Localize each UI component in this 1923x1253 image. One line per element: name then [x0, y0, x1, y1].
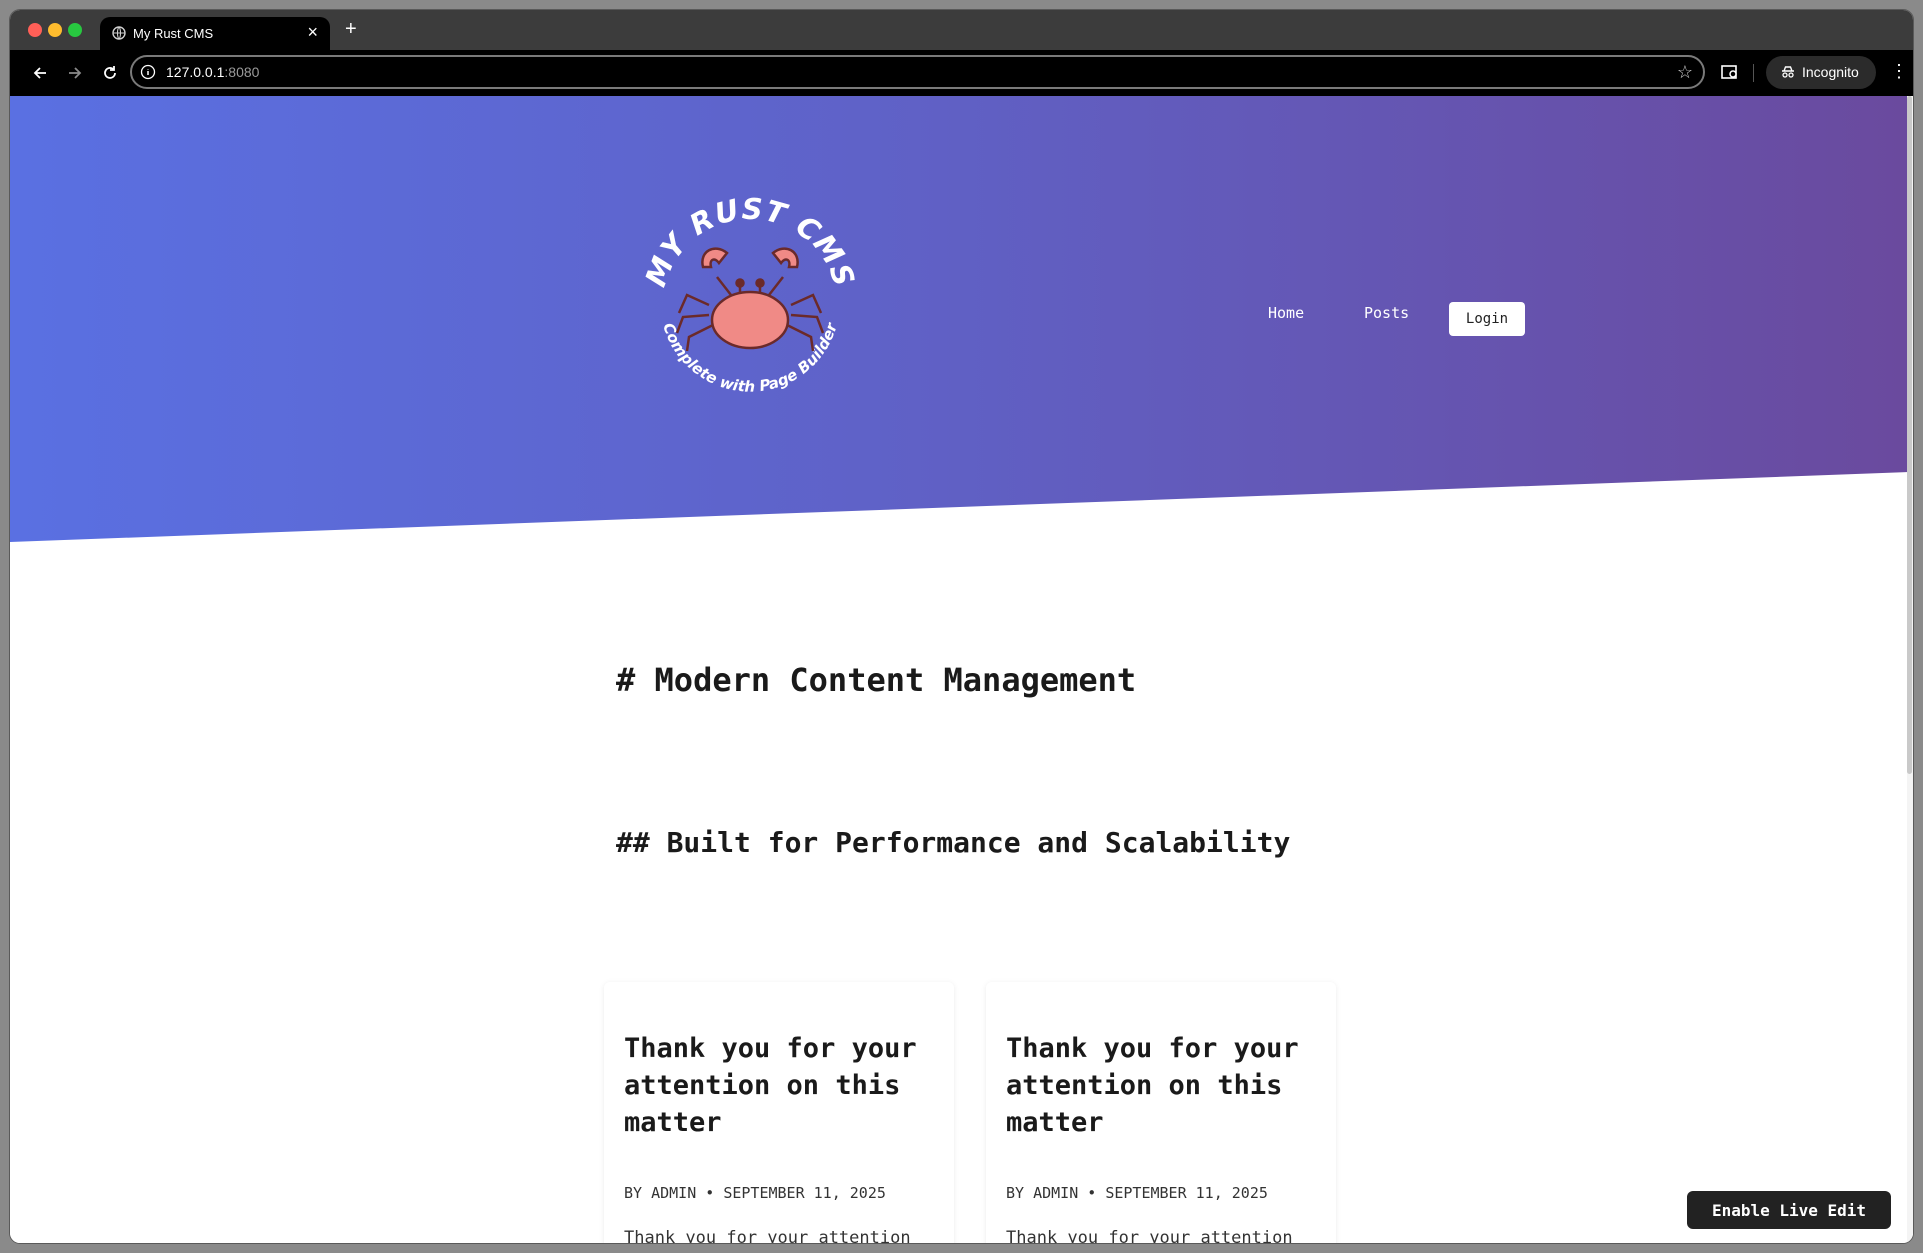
enable-live-edit-button[interactable]: Enable Live Edit [1687, 1191, 1891, 1229]
page-subheading: ## Built for Performance and Scalability [616, 826, 1291, 859]
close-window-button[interactable] [28, 23, 42, 37]
hero-header [10, 96, 1910, 542]
page-scrollbar[interactable] [1907, 96, 1913, 1243]
back-arrow-icon[interactable] [30, 63, 50, 83]
page-heading: # Modern Content Management [616, 661, 1137, 699]
site-logo[interactable]: MY RUST CMS Complete with Page Builder [639, 195, 861, 417]
bookmark-star-icon[interactable]: ☆ [1677, 62, 1693, 83]
post-card[interactable]: Thank you for your attention on this mat… [604, 982, 954, 1243]
post-card-meta: BY ADMIN • SEPTEMBER 11, 2025 [1006, 1184, 1268, 1202]
post-card[interactable]: Thank you for your attention on this mat… [986, 982, 1336, 1243]
forward-arrow-icon[interactable] [65, 63, 85, 83]
reload-icon[interactable] [100, 63, 120, 83]
url-text: 127.0.0.1:8080 [166, 64, 259, 80]
browser-tab[interactable]: My Rust CMS × [100, 17, 330, 50]
page-viewport: MY RUST CMS Complete with Page Builder H… [10, 96, 1913, 1243]
browser-toolbar: 127.0.0.1:8080 ☆ Incognito ⋮ [10, 50, 1913, 96]
incognito-indicator[interactable]: Incognito [1766, 56, 1876, 89]
browser-menu-icon[interactable]: ⋮ [1890, 62, 1908, 80]
nav-posts-link[interactable]: Posts [1364, 304, 1409, 322]
incognito-icon [1782, 66, 1794, 78]
address-bar[interactable]: 127.0.0.1:8080 ☆ [130, 55, 1705, 89]
minimize-window-button[interactable] [48, 23, 62, 37]
site-info-icon[interactable] [140, 64, 156, 80]
tab-strip: My Rust CMS × + [10, 10, 1913, 50]
crab-icon [675, 247, 825, 352]
url-host: 127.0.0.1 [166, 64, 225, 80]
search-tabs-icon[interactable] [1720, 62, 1740, 82]
maximize-window-button[interactable] [68, 23, 82, 37]
login-button[interactable]: Login [1449, 302, 1525, 336]
toolbar-divider [1753, 64, 1754, 82]
logo-top-text: MY RUST CMS [639, 195, 861, 291]
globe-icon [112, 26, 126, 40]
scrollbar-thumb[interactable] [1907, 96, 1912, 774]
post-card-excerpt: Thank you for your attention [1006, 1228, 1293, 1243]
url-port: :8080 [224, 64, 260, 80]
post-card-title[interactable]: Thank you for your attention on this mat… [1006, 1030, 1326, 1141]
close-tab-icon[interactable]: × [307, 23, 318, 41]
post-card-meta: BY ADMIN • SEPTEMBER 11, 2025 [624, 1184, 886, 1202]
tab-title: My Rust CMS [133, 26, 214, 41]
post-card-excerpt: Thank you for your attention [624, 1228, 911, 1243]
browser-window: My Rust CMS × + 127.0.0.1:8080 ☆ Incogni… [10, 10, 1913, 1243]
incognito-label: Incognito [1802, 64, 1859, 80]
post-card-title[interactable]: Thank you for your attention on this mat… [624, 1030, 944, 1141]
new-tab-icon[interactable]: + [345, 19, 357, 39]
nav-home-link[interactable]: Home [1268, 304, 1304, 322]
